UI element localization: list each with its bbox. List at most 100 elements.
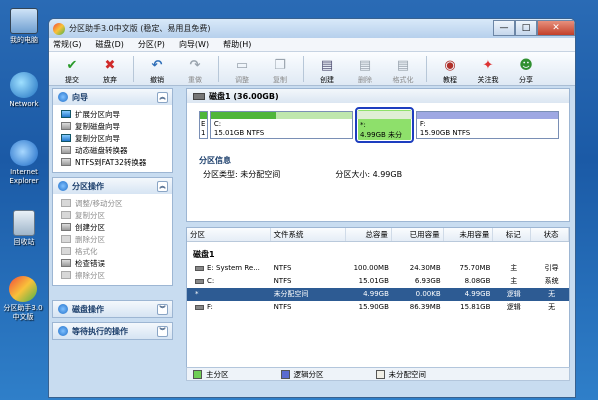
title-bar[interactable]: 分区助手3.0中文版 (稳定、易用且免费) — □ ✕ [49,19,575,38]
share-button[interactable]: ☻ 分享 [507,53,545,85]
op-copy-partition[interactable]: 复制分区 [61,209,167,221]
table-disk-label[interactable]: 磁盘1 [187,248,569,262]
table-row[interactable]: C: NTFS 15.01GB 6.93GB 8.08GB 主 系统 [187,275,569,288]
menu-wizard[interactable]: 向导(W) [179,39,209,50]
partition-ops-header[interactable]: 分区操作 ︽ [53,178,172,194]
legend-logical: 逻辑分区 [280,369,324,380]
check-icon: ✔ [66,58,78,73]
maximize-button[interactable]: □ [515,19,537,36]
partition-name: F: [419,120,426,128]
op-wipe-partition[interactable]: 擦除分区 [61,269,167,281]
cell-fs: 未分配空间 [273,290,309,298]
follow-button[interactable]: ✦ 关注我 [469,53,507,85]
cell-flag: 逻辑 [506,303,521,311]
cell-status: 无 [548,290,556,298]
legend-swatch [375,369,385,379]
disk-ops-header[interactable]: 磁盘操作 ︾ [53,301,172,317]
wizard-extend-partition[interactable]: 扩展分区向导 [61,108,167,120]
cell-total: 15.01GB [358,277,389,285]
delete-label: 删除 [358,75,372,84]
wizard-panel-title: 向导 [72,92,88,102]
menu-partition[interactable]: 分区(P) [138,39,165,50]
delete-icon [61,235,71,243]
collapse-icon[interactable]: ︽ [157,180,168,192]
desktop-icon-ie[interactable]: Internet Explorer [2,140,46,186]
drive-icon [195,304,204,310]
undo-button[interactable]: ↶ 撤销 [138,53,176,85]
copy-disk-icon [61,122,71,130]
partition-detail: 15.01GB NTFS [213,129,265,137]
op-format[interactable]: 格式化 [61,245,167,257]
expand-icon[interactable]: ︾ [157,325,168,337]
col-status[interactable]: 状态 [531,228,569,241]
item-label: 创建分区 [75,222,105,232]
desktop-icon-recycle-bin[interactable]: 回收站 [2,210,46,247]
cell-free: 4.99GB [464,290,491,298]
col-total[interactable]: 总容量 [346,228,392,241]
col-flag[interactable]: 标记 [493,228,532,241]
wizard-dynamic-disk[interactable]: 动态磁盘转换器 [61,144,167,156]
format-button[interactable]: ▤ 格式化 [384,53,422,85]
wizard-copy-partition[interactable]: 复制分区向导 [61,132,167,144]
partition-block-e[interactable]: E 1 [199,111,208,139]
follow-label: 关注我 [477,75,499,84]
op-resize-move[interactable]: 调整/移动分区 [61,197,167,209]
undo-label: 撤销 [150,75,164,84]
copy-button[interactable]: ❐ 复制 [261,53,299,85]
toolbar-separator [303,55,304,82]
discard-button[interactable]: ✖ 放弃 [91,53,129,85]
partition-block-c[interactable]: C: 15.01GB NTFS [209,111,353,139]
col-free[interactable]: 未用容量 [444,228,494,241]
desktop-icon-partition-assistant[interactable]: 分区助手3.0中文版 [0,276,46,322]
cell-flag: 主 [510,277,518,285]
drive-icon [195,278,204,284]
expand-icon[interactable]: ︾ [157,303,168,315]
pending-ops-header[interactable]: 等待执行的操作 ︾ [53,323,172,339]
menu-disk[interactable]: 磁盘(D) [95,39,123,50]
wipe-icon [61,271,71,279]
collapse-icon[interactable]: ︽ [157,91,168,103]
wizard-panel: 向导 ︽ 扩展分区向导 复制磁盘向导 复制分区向导 动态磁盘转换器 NTFS到F… [52,88,173,173]
disk-title: 磁盘1 (36.00GB) [209,91,279,101]
redo-button[interactable]: ↷ 重做 [176,53,214,85]
delete-button[interactable]: ▤ 删除 [346,53,384,85]
resize-icon: ▭ [235,58,249,73]
disk-ops-icon [58,304,68,314]
table-row[interactable]: F: NTFS 15.90GB 86.39MB 15.81GB 逻辑 无 [187,301,569,314]
table-row-selected[interactable]: * 未分配空间 4.99GB 0.00KB 4.99GB 逻辑 无 [187,288,569,301]
item-label: 复制分区向导 [75,133,120,143]
op-check-errors[interactable]: 检查错误 [61,257,167,269]
col-used[interactable]: 已用容量 [392,228,444,241]
tutorial-button[interactable]: ◉ 教程 [431,53,469,85]
tutorial-icon: ◉ [444,58,456,73]
partition-name: E [201,120,206,128]
wizard-panel-header[interactable]: 向导 ︽ [53,89,172,105]
desktop-icon-computer[interactable]: 我的电脑 [2,8,46,45]
cell-status: 系统 [544,277,559,285]
apply-button[interactable]: ✔ 提交 [53,53,91,85]
disk-title-bar[interactable]: 磁盘1 (36.00GB) [187,89,569,103]
close-button[interactable]: ✕ [537,19,575,36]
op-create-partition[interactable]: 创建分区 [61,221,167,233]
partition-assistant-icon [9,276,37,302]
usage-strip [210,112,352,119]
create-button[interactable]: ▤ 创建 [308,53,346,85]
wizard-ntfs-fat32[interactable]: NTFS到FAT32转换器 [61,156,167,168]
col-partition[interactable]: 分区 [187,228,271,241]
wizard-copy-disk[interactable]: 复制磁盘向导 [61,120,167,132]
disk-ops-title: 磁盘操作 [72,304,104,314]
resize-button[interactable]: ▭ 调整 [223,53,261,85]
desktop-icon-label: 我的电脑 [10,36,38,44]
legend-primary: 主分区 [193,369,229,380]
desktop-icon-network[interactable]: Network [2,72,46,109]
table-row[interactable]: E: System Re... NTFS 100.00MB 24.30MB 75… [187,262,569,275]
partition-block-unallocated[interactable]: *: 4.99GB 未分 [354,107,414,143]
minimize-button[interactable]: — [493,19,515,36]
menu-general[interactable]: 常规(G) [53,39,81,50]
op-delete-partition[interactable]: 删除分区 [61,233,167,245]
menu-help[interactable]: 帮助(H) [223,39,251,50]
partition-block-f[interactable]: F: 15.90GB NTFS [415,111,559,139]
col-filesystem[interactable]: 文件系统 [271,228,347,241]
share-label: 分享 [519,75,533,84]
disk-ops-panel: 磁盘操作 ︾ [52,300,173,318]
